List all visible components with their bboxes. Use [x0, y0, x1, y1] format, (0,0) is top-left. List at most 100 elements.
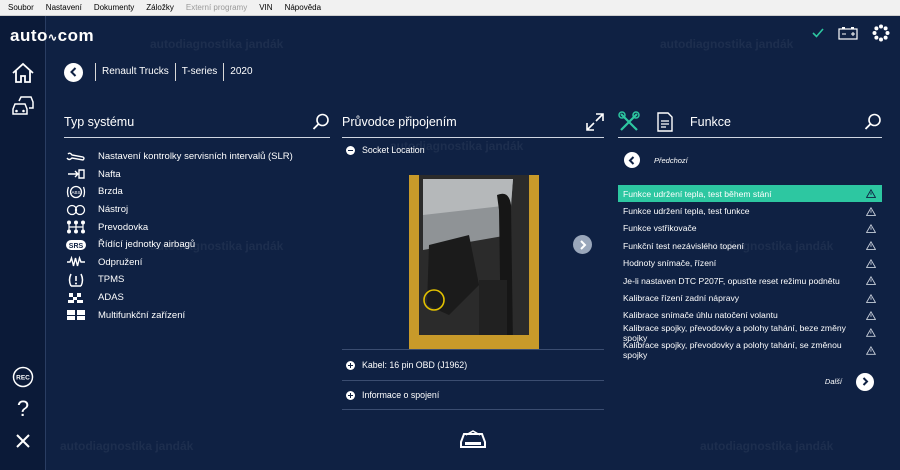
function-label: Kalibrace spojky, převodovky a polohy ta… — [623, 340, 842, 361]
function-label: Funkce udržení tepla, test během stání — [623, 188, 772, 199]
watermark: autodiagnostika jandák — [660, 37, 794, 51]
function-item[interactable]: Kalibrace řízení zadní nápravy — [618, 289, 882, 306]
expand-plus-icon — [346, 360, 355, 370]
chevron-right-icon — [579, 239, 586, 250]
vehicles-icon[interactable] — [10, 93, 36, 119]
function-label: Kalibrace snímače úhlu natočení volantu — [623, 310, 778, 321]
warning-icon — [866, 345, 876, 355]
battery-icon — [838, 27, 858, 40]
list-item[interactable]: Odpružení — [64, 254, 330, 272]
list-item[interactable]: Nafta — [64, 166, 330, 184]
warning-icon — [866, 189, 876, 199]
function-item[interactable]: Funkce udržení tepla, test během stání — [618, 185, 882, 203]
tpms-icon — [64, 273, 88, 287]
collapse-icon — [346, 145, 355, 155]
list-item[interactable]: Multifunkční zařízení — [64, 306, 330, 324]
watermark: autodiagnostika jandák — [60, 439, 194, 453]
functions-panel: Funkce Předchozí Funkce udržení tepla, t… — [618, 106, 882, 391]
svg-text:SRS: SRS — [69, 243, 84, 250]
list-item[interactable]: ADAS — [64, 289, 330, 307]
suspension-icon — [64, 255, 88, 269]
list-item[interactable]: ABS Brzda — [64, 183, 330, 201]
function-label: Funkční test nezávislého topení — [623, 240, 744, 251]
warning-icon — [866, 276, 876, 285]
function-label: Hodnoty snímače, řízení — [623, 258, 717, 269]
next-page-button[interactable]: Další — [618, 372, 882, 391]
function-item[interactable]: Kalibrace spojky, převodovky a polohy ta… — [618, 323, 882, 343]
warning-icon — [866, 328, 876, 338]
function-item[interactable]: Kalibrace spojky, převodovky a polohy ta… — [618, 340, 882, 361]
warning-icon — [866, 293, 876, 303]
menu-vin[interactable]: VIN — [259, 3, 272, 12]
autocom-logo: auto∿com — [10, 26, 95, 45]
chevron-left-icon — [624, 152, 640, 168]
list-item[interactable]: Prevodovka — [64, 218, 330, 236]
dashboard-icon — [64, 203, 88, 217]
warning-icon — [866, 258, 876, 268]
menu-bar: Soubor Nastavení Dokumenty Záložky Exter… — [0, 0, 900, 16]
next-image-button[interactable] — [573, 235, 592, 254]
search-icon[interactable] — [864, 113, 882, 131]
function-item[interactable]: Je-li nastaven DTC P207F, opusťte reset … — [618, 272, 882, 289]
breadcrumb: Renault Trucks T-series 2020 — [64, 62, 259, 82]
breadcrumb-make[interactable]: Renault Trucks — [95, 63, 175, 81]
cable-accordion[interactable]: Kabel: 16 pin OBD (J1962) — [342, 350, 604, 380]
menu-nastaveni[interactable]: Nastavení — [46, 3, 82, 12]
list-item[interactable]: SRS Řídící jednotky airbagů — [64, 236, 330, 254]
record-button[interactable]: REC — [10, 364, 36, 390]
menu-dokumenty[interactable]: Dokumenty — [94, 3, 134, 12]
breadcrumb-year[interactable]: 2020 — [223, 63, 258, 81]
connected-check-icon — [812, 28, 824, 38]
connection-info-accordion[interactable]: Informace o spojení — [342, 380, 604, 410]
multifunction-icon — [64, 308, 88, 322]
connection-guide-title: Průvodce připojením — [342, 114, 457, 129]
svg-text:ABS: ABS — [71, 190, 80, 195]
tools-icon[interactable] — [618, 110, 640, 133]
expand-icon[interactable] — [586, 112, 604, 131]
home-icon[interactable] — [10, 60, 36, 86]
previous-page-button[interactable]: Předchozí — [618, 146, 882, 174]
document-icon[interactable] — [656, 111, 674, 132]
adas-icon — [64, 291, 88, 305]
warning-icon — [866, 310, 876, 320]
svg-text:REC: REC — [16, 375, 30, 382]
list-item[interactable]: Nástroj — [64, 201, 330, 219]
menu-soubor[interactable]: Soubor — [8, 3, 34, 12]
watermark: autodiagnostika jandák — [150, 37, 284, 51]
system-type-panel: Typ systému Nastavení kontrolky servisní… — [64, 106, 330, 324]
function-list: Funkce udržení tepla, test během stání Fu… — [618, 185, 882, 361]
system-type-title: Typ systému — [64, 114, 135, 129]
fuel-icon — [64, 167, 88, 181]
chevron-right-icon — [856, 372, 874, 391]
search-icon[interactable] — [312, 113, 330, 131]
warning-icon — [866, 206, 876, 216]
back-button[interactable] — [64, 62, 83, 82]
function-item[interactable]: Kalibrace snímače úhlu natočení volantu — [618, 307, 882, 324]
functions-title: Funkce — [690, 114, 731, 129]
function-label: Je-li nastaven DTC P207F, opusťte reset … — [623, 275, 840, 286]
list-item[interactable]: Nastavení kontrolky servisních intervalů… — [64, 148, 330, 166]
function-label: Kalibrace řízení zadní nápravy — [623, 293, 740, 304]
socket-location-image — [409, 175, 539, 350]
menu-zalozky[interactable]: Záložky — [146, 3, 174, 12]
expand-plus-icon — [346, 390, 355, 400]
breadcrumb-model[interactable]: T-series — [174, 63, 224, 81]
menu-napoveda[interactable]: Nápověda — [285, 3, 321, 12]
function-item[interactable]: Hodnoty snímače, řízení — [618, 255, 882, 272]
socket-location-header[interactable]: Socket Location — [342, 140, 604, 160]
watermark: autodiagnostika jandák — [700, 439, 834, 453]
menu-externi-programy: Externí programy — [185, 3, 248, 12]
chevron-left-icon — [70, 67, 77, 77]
srs-icon: SRS — [64, 238, 88, 252]
vehicle-connect-icon[interactable] — [457, 428, 489, 455]
connection-guide-panel: Průvodce připojením Socket Location — [342, 106, 604, 160]
close-icon[interactable] — [10, 428, 36, 454]
function-item[interactable]: Funkce udržení tepla, test funkce — [618, 202, 882, 219]
function-item[interactable]: Funkční test nezávislého topení — [618, 237, 882, 254]
function-label: Funkce vstřikovače — [623, 223, 697, 234]
function-item[interactable]: Funkce vstřikovače — [618, 220, 882, 237]
warning-icon — [866, 223, 876, 233]
help-icon[interactable]: ? — [10, 396, 36, 422]
list-item[interactable]: TPMS — [64, 271, 330, 289]
gearbox-icon — [64, 220, 88, 234]
